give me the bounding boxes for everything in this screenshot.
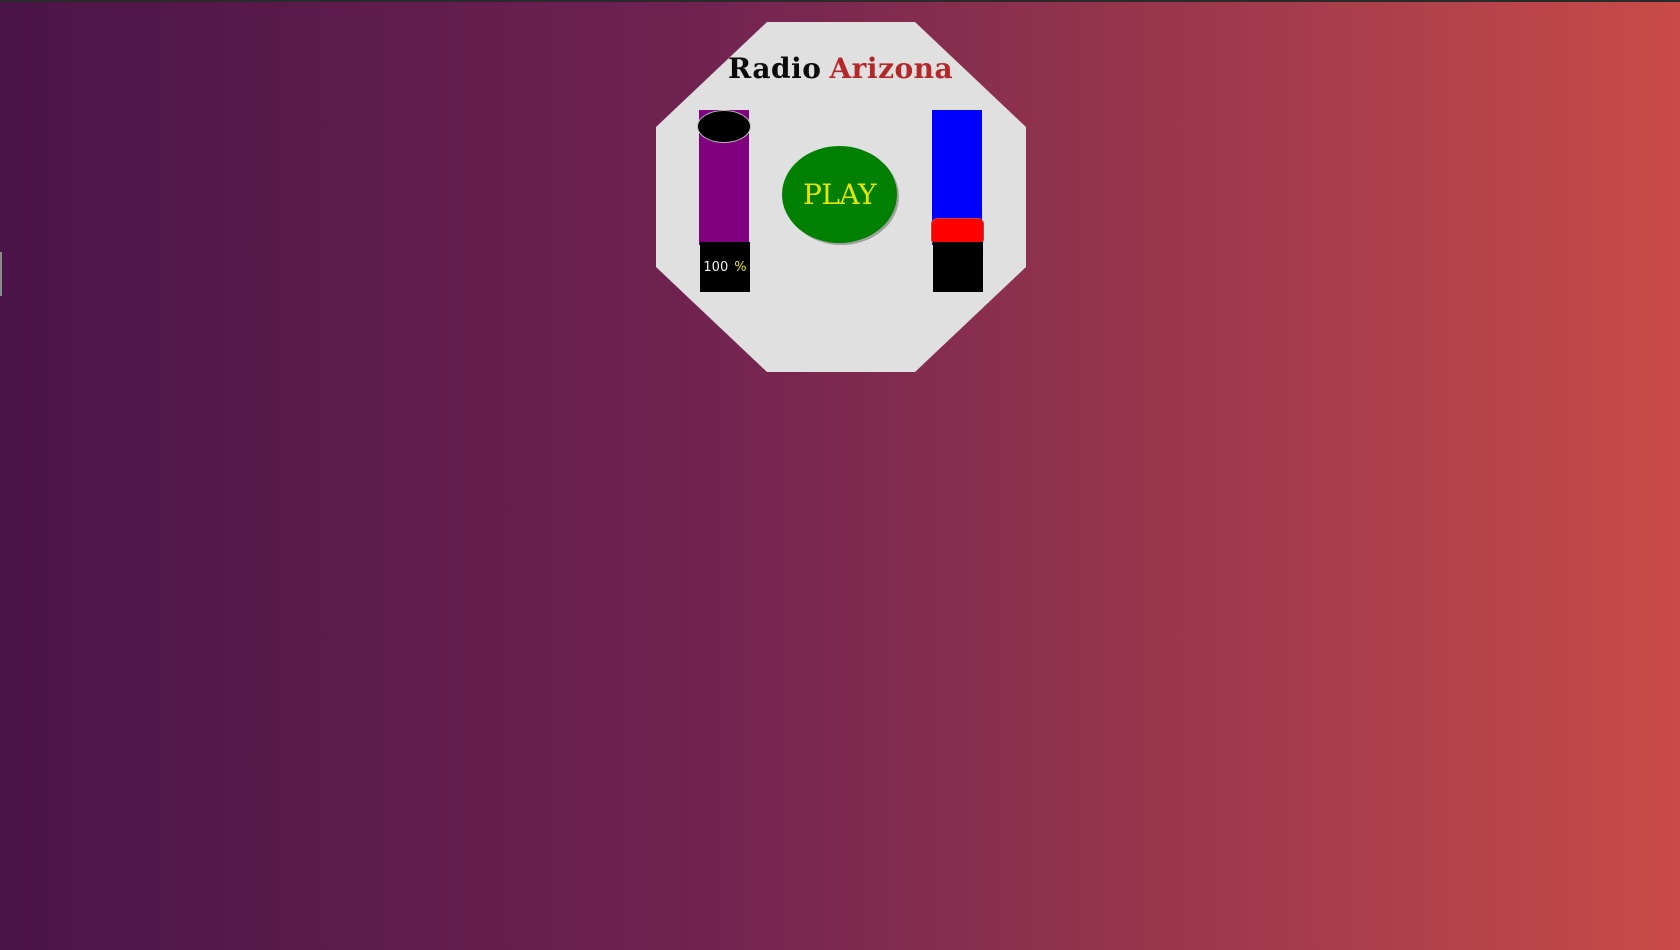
volume-value: 100 xyxy=(703,259,729,275)
tuner-readout xyxy=(933,242,983,292)
volume-readout: 100 % xyxy=(700,242,750,292)
tuner-slider-knob[interactable] xyxy=(931,218,984,245)
volume-slider-knob[interactable] xyxy=(697,110,751,143)
window-top-border xyxy=(0,0,1680,2)
play-button-label: PLAY xyxy=(802,178,877,211)
play-button[interactable]: PLAY xyxy=(782,146,897,243)
title-word-radio: Radio xyxy=(728,52,822,85)
radio-title: Radio Arizona xyxy=(728,52,958,88)
window-edge-marker xyxy=(0,252,2,296)
volume-unit: % xyxy=(734,259,747,275)
title-word-arizona: Arizona xyxy=(829,52,954,85)
radio-panel: Radio Arizona 100 % PLAY xyxy=(656,22,1026,372)
